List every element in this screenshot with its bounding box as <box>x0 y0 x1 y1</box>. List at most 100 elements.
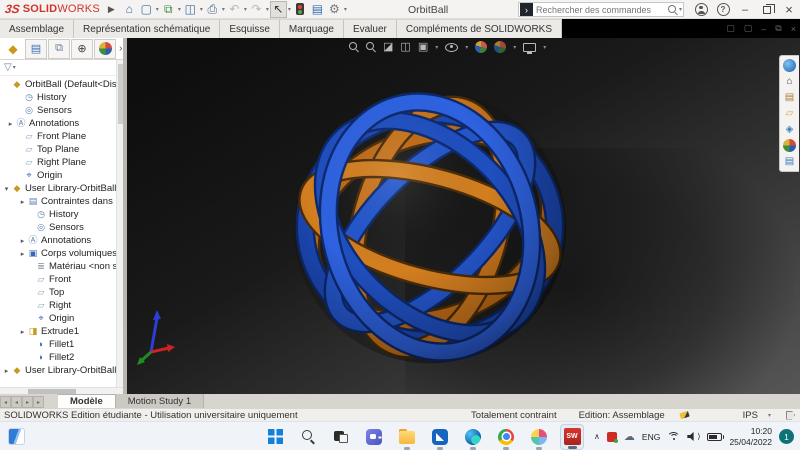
xpress-products-icon[interactable] <box>292 1 309 18</box>
save-caret[interactable]: ▾ <box>200 6 203 13</box>
solidworks-taskbar-button[interactable]: SW <box>560 423 584 450</box>
tree-item-extrude1[interactable]: ▸ ◨ Extrude1 <box>0 325 123 338</box>
tab-configurations[interactable]: ⊕ <box>71 38 93 59</box>
tree-item-annotations2[interactable]: ▸ Ⓐ Annotations <box>0 234 123 247</box>
expander-icon[interactable]: ▸ <box>18 250 27 258</box>
tab-model[interactable]: Modèle <box>58 394 116 408</box>
close-button[interactable]: × <box>778 0 800 19</box>
tab-nav-first[interactable]: ◂ <box>0 396 11 408</box>
chrome-button[interactable] <box>494 424 518 450</box>
edge-button[interactable] <box>461 424 485 450</box>
tab-marquage[interactable]: Marquage <box>279 19 344 38</box>
tree-item-top-plane[interactable]: ▱ Top Plane <box>0 143 123 156</box>
open-caret[interactable]: ▾ <box>178 6 181 13</box>
notification-badge[interactable]: 1 <box>779 429 794 444</box>
tree-item-component2[interactable]: ▸ ◆ User Library-OrbitBall_O <box>0 364 123 377</box>
new-document-button[interactable]: ▢ <box>138 1 155 18</box>
tab-nav-last[interactable]: ▸ <box>33 396 44 408</box>
section-view-icon[interactable]: ◪ <box>383 41 393 53</box>
solidworks-resources-icon[interactable]: ⌂ <box>783 75 797 88</box>
tab-representation-schematique[interactable]: Représentation schématique <box>74 19 221 38</box>
expander-icon[interactable]: ▸ <box>18 198 27 206</box>
expander-icon[interactable]: ▸ <box>18 237 27 245</box>
snip-app-button[interactable] <box>428 424 452 450</box>
view-orientation-icon[interactable]: ◫ <box>400 41 410 53</box>
tree-item-origin2[interactable]: ⌖ Origin <box>0 312 123 325</box>
doc-panel2-icon[interactable]: ▢ <box>744 23 753 34</box>
battery-icon[interactable] <box>707 432 725 441</box>
new-caret[interactable]: ▾ <box>156 6 159 13</box>
search-icon[interactable] <box>667 4 678 15</box>
language-indicator[interactable]: ENG <box>642 432 660 442</box>
tree-item-mates[interactable]: ▸ ▤ Contraintes dans O <box>0 195 123 208</box>
tree-item-annotations[interactable]: ▸ Ⓐ Annotations <box>0 117 123 130</box>
menu-expand-arrow[interactable]: ▶ <box>108 4 115 15</box>
3d-content-central-icon[interactable] <box>783 59 797 72</box>
tree-item-root[interactable]: ◆OrbitBall (Default<Display S <box>0 78 123 91</box>
print-button[interactable]: ⎙ <box>204 1 221 18</box>
hidden-icons-chevron[interactable]: ∧ <box>594 432 600 441</box>
custom-properties-icon[interactable]: ▤ <box>783 155 797 168</box>
file-explorer-button[interactable] <box>395 424 419 450</box>
wifi-icon[interactable] <box>667 431 681 442</box>
account-button[interactable] <box>690 0 712 19</box>
command-search[interactable]: › ▾ <box>518 2 684 17</box>
tree-item-top[interactable]: ▱ Top <box>0 286 123 299</box>
apply-scene-icon[interactable] <box>494 41 507 53</box>
tab-assemblage[interactable]: Assemblage <box>0 19 75 38</box>
tab-displaymanager[interactable] <box>94 38 116 59</box>
print-caret[interactable]: ▾ <box>222 6 225 13</box>
widgets-icon[interactable] <box>8 428 25 445</box>
tree-item-history2[interactable]: ◷ History <box>0 208 123 221</box>
orbitball-model[interactable] <box>285 82 575 372</box>
zoom-to-area-icon[interactable] <box>366 42 376 52</box>
tag-icon[interactable] <box>786 410 795 420</box>
tree-item-material[interactable]: ≣ Matériau <non spé <box>0 260 123 273</box>
options-gear-button[interactable]: ⚙ <box>326 1 343 18</box>
tab-featuremanager-tree[interactable]: ▤ <box>25 38 47 59</box>
view-settings-caret[interactable]: ▾ <box>543 44 546 51</box>
tab-motion-study[interactable]: Motion Study 1 <box>115 394 205 408</box>
doc-minimize-icon[interactable]: – <box>761 24 766 34</box>
tree-vertical-scrollbar[interactable] <box>116 60 123 387</box>
tree-filter[interactable]: ▽ ▾ <box>0 60 123 76</box>
tab-complements-solidworks[interactable]: Compléments de SOLIDWORKS <box>396 19 563 38</box>
home-button[interactable]: ⌂ <box>121 1 138 18</box>
file-explorer-pane-icon[interactable]: ▱ <box>783 107 797 120</box>
tab-nav-prev[interactable]: ◂ <box>11 396 22 408</box>
zoom-to-fit-icon[interactable] <box>349 42 359 52</box>
display-style-caret[interactable]: ▾ <box>435 44 438 51</box>
save-button[interactable]: ◫ <box>182 1 199 18</box>
minimize-button[interactable]: – <box>734 0 756 19</box>
design-library-icon[interactable]: ▤ <box>783 91 797 104</box>
clock[interactable]: 10:20 25/04/2022 <box>729 426 772 447</box>
expander-icon[interactable]: ▸ <box>6 120 15 128</box>
open-button[interactable]: ⧉ <box>160 1 177 18</box>
chat-button[interactable] <box>362 424 386 450</box>
unit-caret[interactable]: ▾ <box>768 412 771 419</box>
options-caret[interactable]: ▾ <box>344 6 347 13</box>
restore-button[interactable] <box>756 0 778 19</box>
redo-button[interactable]: ↷ <box>248 1 265 18</box>
tree-horizontal-scrollbar[interactable] <box>0 387 123 394</box>
tree-item-front[interactable]: ▱ Front <box>0 273 123 286</box>
edit-appearance-icon[interactable] <box>475 41 488 53</box>
undo-button[interactable]: ↶ <box>226 1 243 18</box>
search-caret[interactable]: ▾ <box>679 6 682 13</box>
properties-button[interactable]: ▤ <box>309 1 326 18</box>
task-view-button[interactable] <box>329 424 353 450</box>
graphics-viewport[interactable]: ◪ ◫ ▣ ▾ ▾ ▾ ▾ ⌂ ▤ ▱ ◈ ▤ <box>127 38 800 394</box>
tab-nav-next[interactable]: ▸ <box>22 396 33 408</box>
appearances-icon[interactable]: ◈ <box>783 123 797 136</box>
apply-scene-caret[interactable]: ▾ <box>513 44 516 51</box>
search-input[interactable] <box>536 4 668 15</box>
taskbar-search-button[interactable] <box>296 424 320 450</box>
view-settings-icon[interactable] <box>523 42 537 54</box>
tree-item-fillet2[interactable]: ◗ Fillet2 <box>0 351 123 364</box>
onedrive-icon[interactable]: ☁ <box>624 430 635 443</box>
doc-panel-icon[interactable]: ▢ <box>726 23 735 34</box>
expander-icon[interactable]: ▸ <box>18 328 27 336</box>
tree-item-sensors[interactable]: ◎ Sensors <box>0 104 123 117</box>
volume-icon[interactable]: ⟩ <box>687 432 700 441</box>
tree-item-right[interactable]: ▱ Right <box>0 299 123 312</box>
